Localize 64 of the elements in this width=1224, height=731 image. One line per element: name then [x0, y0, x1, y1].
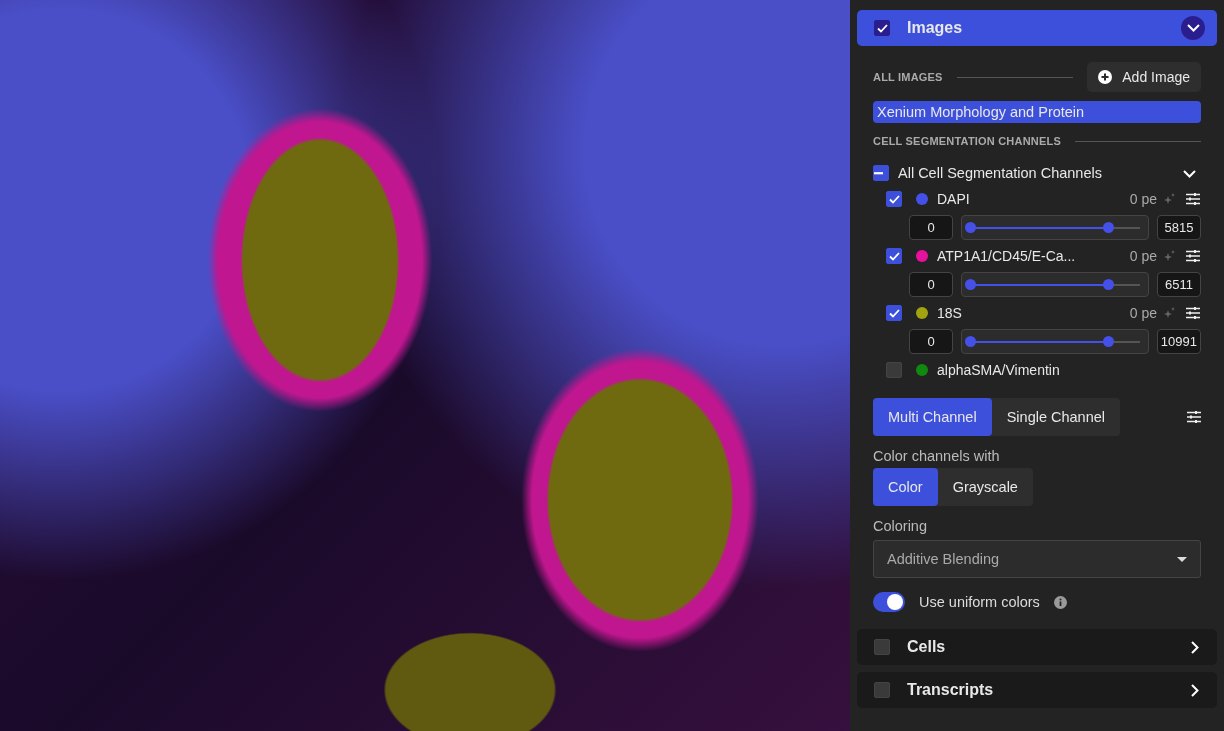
range-slider[interactable] [961, 215, 1149, 240]
layer-title: Cells [907, 638, 947, 656]
coloring-dropdown[interactable]: Additive Blending [873, 540, 1201, 578]
mode-tab[interactable]: Multi Channel [873, 398, 992, 436]
layer-title: Images [907, 19, 964, 37]
checkbox[interactable] [873, 165, 889, 181]
check-icon [888, 308, 900, 318]
field-label: Color channels with [873, 447, 1001, 464]
field-label: Coloring [873, 517, 928, 534]
toggle-switch[interactable] [873, 592, 905, 612]
max-value-field[interactable]: 10991 [1156, 329, 1201, 354]
image-list-item[interactable]: Xenium Morphology and Protein [873, 101, 1201, 123]
sliders-icon[interactable] [1186, 250, 1200, 262]
channel-count: 0 pe [1129, 248, 1157, 264]
toggle-label: Use uniform colors [919, 594, 1040, 610]
chevron-down-icon[interactable] [1183, 170, 1196, 178]
min-value-field[interactable]: 0 [909, 272, 953, 297]
chevron-down-icon[interactable] [1186, 24, 1200, 32]
sparkle-icon[interactable] [1163, 307, 1176, 319]
check-icon [876, 23, 888, 33]
range-slider[interactable] [961, 329, 1149, 354]
channel-name: alphaSMA/Vimentin [937, 362, 1061, 378]
range-slider[interactable] [961, 272, 1149, 297]
max-value-field[interactable]: 5815 [1157, 215, 1201, 240]
plus-circle-icon [1098, 70, 1113, 84]
sparkle-icon[interactable] [1163, 193, 1176, 205]
chevron-right-icon[interactable] [1191, 640, 1199, 654]
layer-header[interactable]: Transcripts [857, 672, 1217, 708]
checkbox[interactable] [886, 362, 902, 378]
layer-header[interactable]: Cells [857, 629, 1217, 665]
checkbox[interactable] [874, 20, 890, 36]
chevron-right-icon[interactable] [1191, 683, 1199, 697]
sparkle-icon[interactable] [1163, 250, 1176, 262]
sliders-icon[interactable] [1187, 411, 1201, 423]
section-heading: CELL SEGMENTATION CHANNELS [873, 135, 1061, 147]
checkbox[interactable] [886, 191, 902, 207]
checkbox[interactable] [874, 639, 890, 655]
info-icon[interactable] [1053, 595, 1067, 609]
channel-count: 0 pe [1129, 305, 1157, 321]
min-value-field[interactable]: 0 [909, 215, 953, 240]
checkbox[interactable] [886, 248, 902, 264]
color-tab[interactable]: Color [873, 468, 938, 506]
channel-name: 18S [937, 305, 963, 321]
max-value-field[interactable]: 6511 [1157, 272, 1201, 297]
min-value-field[interactable]: 0 [909, 329, 953, 354]
color-tab[interactable]: Grayscale [937, 468, 1033, 506]
sliders-icon[interactable] [1186, 193, 1200, 205]
layer-title: Transcripts [907, 681, 995, 699]
collapse-button[interactable] [1181, 16, 1205, 40]
checkbox[interactable] [886, 305, 902, 321]
checkbox[interactable] [874, 682, 890, 698]
check-icon [888, 194, 900, 204]
add-image-button[interactable]: Add Image [1087, 62, 1201, 92]
caret-icon [1177, 556, 1187, 562]
channel-name: ATP1A1/CD45/E-Ca... [937, 248, 1077, 264]
mode-tab[interactable]: Single Channel [991, 398, 1121, 436]
section-heading: ALL IMAGES [873, 71, 943, 83]
checkbox-label: All Cell Segmentation Channels [898, 165, 1103, 181]
minus-icon [874, 171, 883, 175]
check-icon [888, 251, 900, 261]
channel-name: DAPI [937, 191, 971, 207]
sliders-icon[interactable] [1186, 307, 1200, 319]
channel-count: 0 pe [1129, 191, 1157, 207]
layer-header[interactable]: Images [857, 10, 1217, 46]
